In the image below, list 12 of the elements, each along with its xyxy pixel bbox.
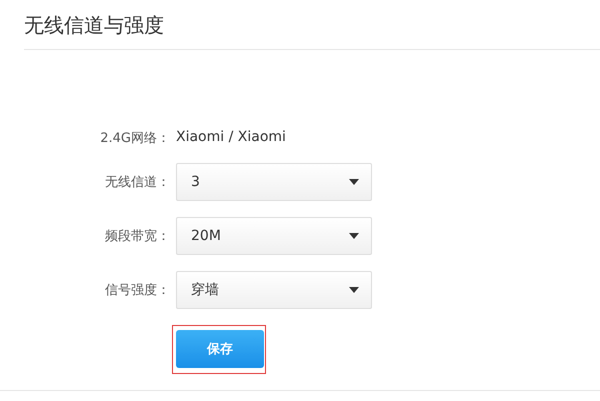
caret-icon [349,287,359,293]
page-title: 无线信道与强度 [24,12,165,39]
dropdown[interactable]: 3 [176,163,372,201]
caret-icon [349,233,359,239]
dropdown[interactable]: 20M [176,217,372,255]
field-label: 2.4G网络： [99,130,170,147]
network-name: Xiaomi / Xiaomi [176,129,287,145]
field-label: 信号强度： [104,282,170,299]
field-label: 频段带宽： [104,228,170,245]
field-label: 无线信道： [104,174,170,191]
caret-icon [349,179,359,185]
dropdown[interactable]: 穿墙 [176,271,372,309]
